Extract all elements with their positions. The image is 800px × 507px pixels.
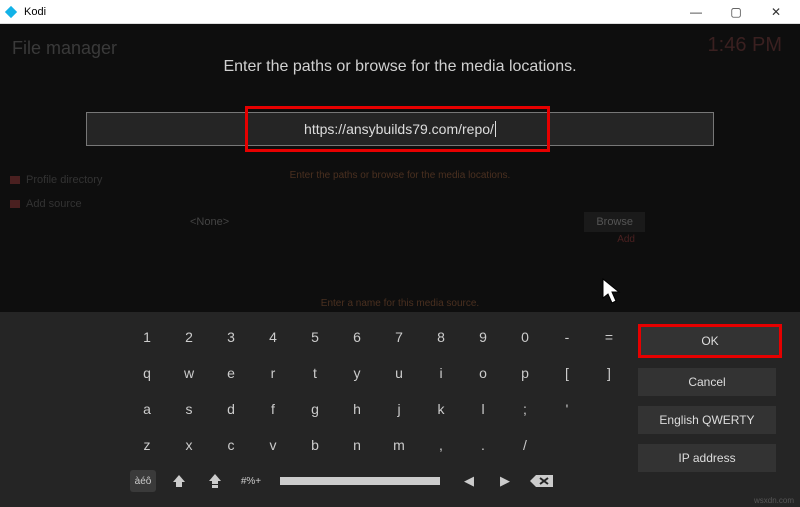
folder-icon xyxy=(10,176,20,184)
keyboard-row-2: q w e r t y u i o p [ ] \ xyxy=(140,362,658,384)
annotation-highlight-input xyxy=(245,106,550,152)
bg-file-manager-title: File manager xyxy=(12,38,117,59)
key-v[interactable]: v xyxy=(266,437,280,453)
key-5[interactable]: 5 xyxy=(308,329,322,345)
key-f[interactable]: f xyxy=(266,401,280,417)
key-h[interactable]: h xyxy=(350,401,364,417)
bg-instruction: Enter the paths or browse for the media … xyxy=(290,170,511,181)
key-8[interactable]: 8 xyxy=(434,329,448,345)
key-backspace[interactable] xyxy=(528,472,556,490)
maximize-button[interactable]: ▢ xyxy=(716,1,756,23)
key-l[interactable]: l xyxy=(476,401,490,417)
key-p[interactable]: p xyxy=(518,365,532,381)
key-accents[interactable]: àéô xyxy=(130,470,156,492)
layout-button[interactable]: English QWERTY xyxy=(638,406,776,434)
key-n[interactable]: n xyxy=(350,437,364,453)
app-icon xyxy=(4,5,18,19)
key-g[interactable]: g xyxy=(308,401,322,417)
keyboard-row-3: a s d f g h j k l ; ' xyxy=(140,398,658,420)
bg-add-button: Add xyxy=(617,234,635,245)
window-controls: — ▢ ✕ xyxy=(676,1,796,23)
key-rbracket[interactable]: ] xyxy=(602,365,616,381)
key-0[interactable]: 0 xyxy=(518,329,532,345)
annotation-highlight-ok: OK xyxy=(638,324,782,358)
key-3[interactable]: 3 xyxy=(224,329,238,345)
key-shift[interactable] xyxy=(166,470,192,492)
cancel-button[interactable]: Cancel xyxy=(638,368,776,396)
ip-address-button[interactable]: IP address xyxy=(638,444,776,472)
key-2[interactable]: 2 xyxy=(182,329,196,345)
key-u[interactable]: u xyxy=(392,365,406,381)
key-right[interactable]: ▶ xyxy=(492,470,518,492)
minimize-button[interactable]: — xyxy=(676,1,716,23)
onscreen-keyboard: 1 2 3 4 5 6 7 8 9 0 - = ` q w e r t y xyxy=(0,312,800,507)
key-equals[interactable]: = xyxy=(602,329,616,345)
bg-none-path: <None> xyxy=(190,216,229,228)
key-9[interactable]: 9 xyxy=(476,329,490,345)
key-6[interactable]: 6 xyxy=(350,329,364,345)
key-slash[interactable]: / xyxy=(518,437,532,453)
key-apostrophe[interactable]: ' xyxy=(560,401,574,417)
key-w[interactable]: w xyxy=(182,365,196,381)
key-j[interactable]: j xyxy=(392,401,406,417)
bg-sidebar: Profile directory Add source xyxy=(10,174,102,222)
key-a[interactable]: a xyxy=(140,401,154,417)
key-x[interactable]: x xyxy=(182,437,196,453)
key-z[interactable]: z xyxy=(140,437,154,453)
window-titlebar: Kodi — ▢ ✕ xyxy=(0,0,800,24)
key-o[interactable]: o xyxy=(476,365,490,381)
key-b[interactable]: b xyxy=(308,437,322,453)
key-semicolon[interactable]: ; xyxy=(518,401,532,417)
keyboard-row-1: 1 2 3 4 5 6 7 8 9 0 - = ` xyxy=(140,326,658,348)
key-comma[interactable]: , xyxy=(434,437,448,453)
watermark: wsxdn.com xyxy=(754,496,794,505)
key-d[interactable]: d xyxy=(224,401,238,417)
keyboard-row-4: z x c v b n m , . / xyxy=(140,434,658,456)
key-m[interactable]: m xyxy=(392,437,406,453)
key-t[interactable]: t xyxy=(308,365,322,381)
key-4[interactable]: 4 xyxy=(266,329,280,345)
key-s[interactable]: s xyxy=(182,401,196,417)
folder-icon xyxy=(10,200,20,208)
close-button[interactable]: ✕ xyxy=(756,1,796,23)
keyboard-row-5: àéô #%+ ◀ ▶ xyxy=(130,470,658,492)
key-1[interactable]: 1 xyxy=(140,329,154,345)
key-q[interactable]: q xyxy=(140,365,154,381)
app-body: File manager 1:46 PM Profile directory A… xyxy=(0,24,800,507)
key-k[interactable]: k xyxy=(434,401,448,417)
key-space[interactable] xyxy=(280,477,440,485)
window-title: Kodi xyxy=(24,6,676,18)
key-minus[interactable]: - xyxy=(560,329,574,345)
dialog-title: Enter the paths or browse for the media … xyxy=(223,58,576,76)
key-symbols[interactable]: #%+ xyxy=(238,470,264,492)
bg-enter-name-label: Enter a name for this media source. xyxy=(321,298,479,309)
key-i[interactable]: i xyxy=(434,365,448,381)
ok-button[interactable]: OK xyxy=(641,327,779,355)
key-e[interactable]: e xyxy=(224,365,238,381)
key-r[interactable]: r xyxy=(266,365,280,381)
bg-browse-button: Browse xyxy=(584,212,645,232)
key-lbracket[interactable]: [ xyxy=(560,365,574,381)
key-7[interactable]: 7 xyxy=(392,329,406,345)
key-caps[interactable] xyxy=(202,470,228,492)
key-y[interactable]: y xyxy=(350,365,364,381)
key-period[interactable]: . xyxy=(476,437,490,453)
bg-clock: 1:46 PM xyxy=(708,34,782,57)
keyboard-side-buttons: OK Cancel English QWERTY IP address xyxy=(638,324,782,472)
key-left[interactable]: ◀ xyxy=(456,470,482,492)
key-c[interactable]: c xyxy=(224,437,238,453)
